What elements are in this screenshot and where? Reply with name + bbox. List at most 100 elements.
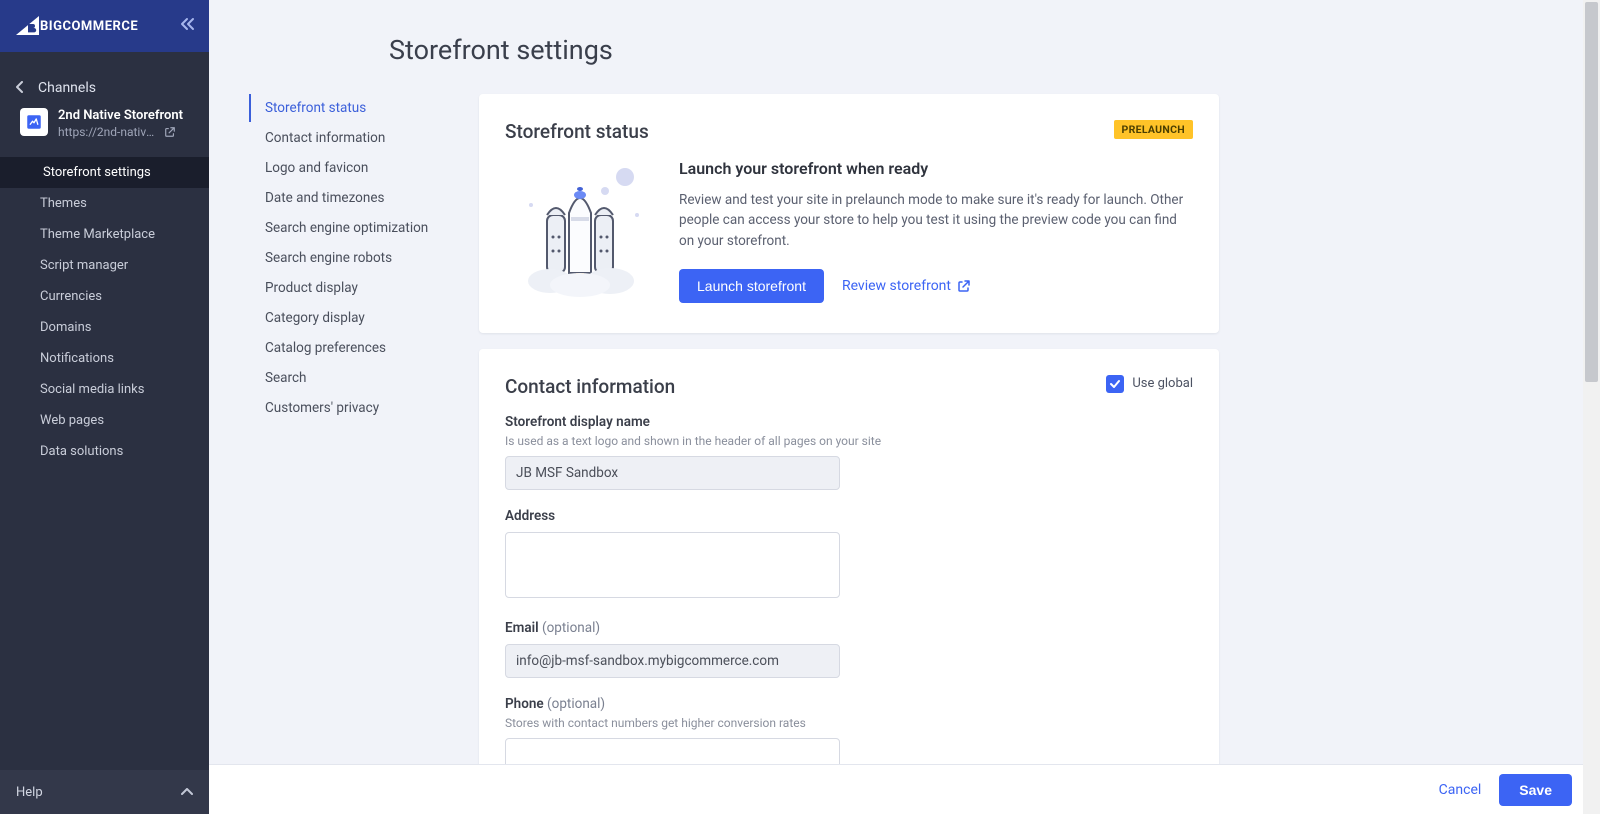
sidebar-item-label: Social media links (40, 382, 144, 397)
secnav-item-label: Search (265, 370, 306, 386)
secnav-item-product-display[interactable]: Product display (249, 274, 459, 302)
phone-optional: (optional) (547, 696, 605, 712)
sidebar-item-label: Data solutions (40, 444, 123, 459)
sidebar-item-label: Notifications (40, 351, 114, 366)
scrollbar[interactable] (1583, 0, 1600, 814)
secnav-item-date-timezones[interactable]: Date and timezones (249, 184, 459, 212)
brand-name: BIGCOMMERCE (40, 19, 138, 34)
display-name-input[interactable] (505, 456, 840, 490)
secnav-item-label: Contact information (265, 130, 385, 146)
footer-bar: Cancel Save (209, 764, 1600, 814)
external-link-icon[interactable] (164, 126, 176, 138)
secnav-item-storefront-status[interactable]: Storefront status (249, 94, 459, 122)
email-optional: (optional) (542, 620, 600, 636)
secnav-item-search[interactable]: Search (249, 364, 459, 392)
phone-label: Phone (optional) (505, 696, 1193, 712)
display-name-label: Storefront display name (505, 414, 1193, 430)
cancel-link[interactable]: Cancel (1439, 782, 1482, 798)
secnav-item-label: Search engine optimization (265, 220, 428, 236)
phone-group: Phone (optional) Stores with contact num… (505, 696, 1193, 772)
store-icon (20, 108, 48, 136)
chevron-up-icon (181, 785, 193, 799)
sidebar: BIGCOMMERCE Channels 2nd Native Storefro… (0, 0, 209, 814)
phone-help: Stores with contact numbers get higher c… (505, 716, 1193, 730)
sidebar-item-label: Domains (40, 320, 91, 335)
address-textarea[interactable] (505, 532, 840, 598)
secnav-item-label: Search engine robots (265, 250, 392, 266)
secnav-item-catalog-preferences[interactable]: Catalog preferences (249, 334, 459, 362)
sidebar-item-label: Theme Marketplace (40, 227, 155, 242)
use-global-label: Use global (1132, 376, 1193, 391)
store-block[interactable]: 2nd Native Storefront https://2nd-native… (0, 108, 209, 153)
address-group: Address (505, 508, 1193, 602)
store-name: 2nd Native Storefront (58, 108, 183, 123)
external-link-icon (957, 279, 971, 293)
launch-storefront-button[interactable]: Launch storefront (679, 269, 824, 303)
sidebar-item-theme-marketplace[interactable]: Theme Marketplace (0, 219, 209, 250)
secnav-item-logo-favicon[interactable]: Logo and favicon (249, 154, 459, 182)
secnav-item-category-display[interactable]: Category display (249, 304, 459, 332)
sidebar-item-storefront-settings[interactable]: Storefront settings (0, 157, 209, 188)
secnav-item-label: Storefront status (265, 100, 366, 116)
review-storefront-link[interactable]: Review storefront (842, 278, 971, 294)
sidebar-item-web-pages[interactable]: Web pages (0, 405, 209, 436)
sidebar-item-domains[interactable]: Domains (0, 312, 209, 343)
secnav-item-label: Catalog preferences (265, 340, 386, 356)
address-label: Address (505, 508, 1193, 524)
sidebar-item-notifications[interactable]: Notifications (0, 343, 209, 374)
store-text: 2nd Native Storefront https://2nd-native… (58, 108, 183, 139)
sidebar-back-row[interactable]: Channels (0, 52, 209, 108)
save-button[interactable]: Save (1499, 774, 1572, 806)
sidebar-topbar: BIGCOMMERCE (0, 0, 209, 52)
secnav-item-label: Product display (265, 280, 358, 296)
collapse-sidebar-icon[interactable] (179, 17, 195, 35)
store-url: https://2nd-native-… (58, 125, 158, 139)
sidebar-item-label: Storefront settings (43, 165, 151, 180)
sidebar-item-script-manager[interactable]: Script manager (0, 250, 209, 281)
logo[interactable]: BIGCOMMERCE (14, 16, 138, 36)
secnav-item-customers-privacy[interactable]: Customers' privacy (249, 394, 459, 422)
sidebar-item-themes[interactable]: Themes (0, 188, 209, 219)
phone-label-text: Phone (505, 696, 544, 712)
storefront-status-card: Storefront status PRELAUNCH (479, 94, 1219, 333)
sidebar-item-label: Currencies (40, 289, 102, 304)
use-global-checkbox[interactable] (1106, 375, 1124, 393)
scrollbar-thumb[interactable] (1585, 2, 1598, 382)
email-label: Email (optional) (505, 620, 1193, 636)
secnav-item-label: Customers' privacy (265, 400, 379, 416)
secnav-item-label: Category display (265, 310, 365, 326)
section-nav: Storefront status Contact information Lo… (249, 94, 459, 806)
contact-information-card: Contact information Use global Storefron… (479, 349, 1219, 806)
prelaunch-badge: PRELAUNCH (1114, 120, 1193, 139)
sidebar-item-label: Script manager (40, 258, 128, 273)
email-input[interactable] (505, 644, 840, 678)
secnav-item-robots[interactable]: Search engine robots (249, 244, 459, 272)
sidebar-back-label: Channels (38, 80, 96, 96)
sidebar-item-data-solutions[interactable]: Data solutions (0, 436, 209, 467)
sidebar-item-social-media-links[interactable]: Social media links (0, 374, 209, 405)
sidebar-nav: Storefront settings Themes Theme Marketp… (0, 153, 209, 467)
page-title: Storefront settings (389, 34, 1560, 66)
display-name-help: Is used as a text logo and shown in the … (505, 434, 1193, 448)
status-description: Review and test your site in prelaunch m… (679, 190, 1193, 251)
main-content: Storefront settings Storefront status Co… (209, 0, 1600, 814)
help-label: Help (16, 785, 43, 800)
rocket-illustration (505, 159, 655, 299)
sidebar-item-label: Web pages (40, 413, 104, 428)
logo-icon (14, 16, 40, 36)
secnav-item-label: Logo and favicon (265, 160, 368, 176)
email-group: Email (optional) (505, 620, 1193, 678)
secnav-item-seo[interactable]: Search engine optimization (249, 214, 459, 242)
use-global-row[interactable]: Use global (1106, 375, 1193, 393)
contact-card-title: Contact information (505, 375, 675, 398)
status-heading: Launch your storefront when ready (679, 159, 1193, 178)
chevron-left-icon (16, 81, 24, 96)
email-label-text: Email (505, 620, 539, 636)
review-storefront-label: Review storefront (842, 278, 951, 294)
sidebar-item-currencies[interactable]: Currencies (0, 281, 209, 312)
sidebar-footer[interactable]: Help (0, 770, 209, 814)
secnav-item-contact-information[interactable]: Contact information (249, 124, 459, 152)
status-card-title: Storefront status (505, 120, 649, 143)
display-name-group: Storefront display name Is used as a tex… (505, 414, 1193, 490)
secnav-item-label: Date and timezones (265, 190, 384, 206)
